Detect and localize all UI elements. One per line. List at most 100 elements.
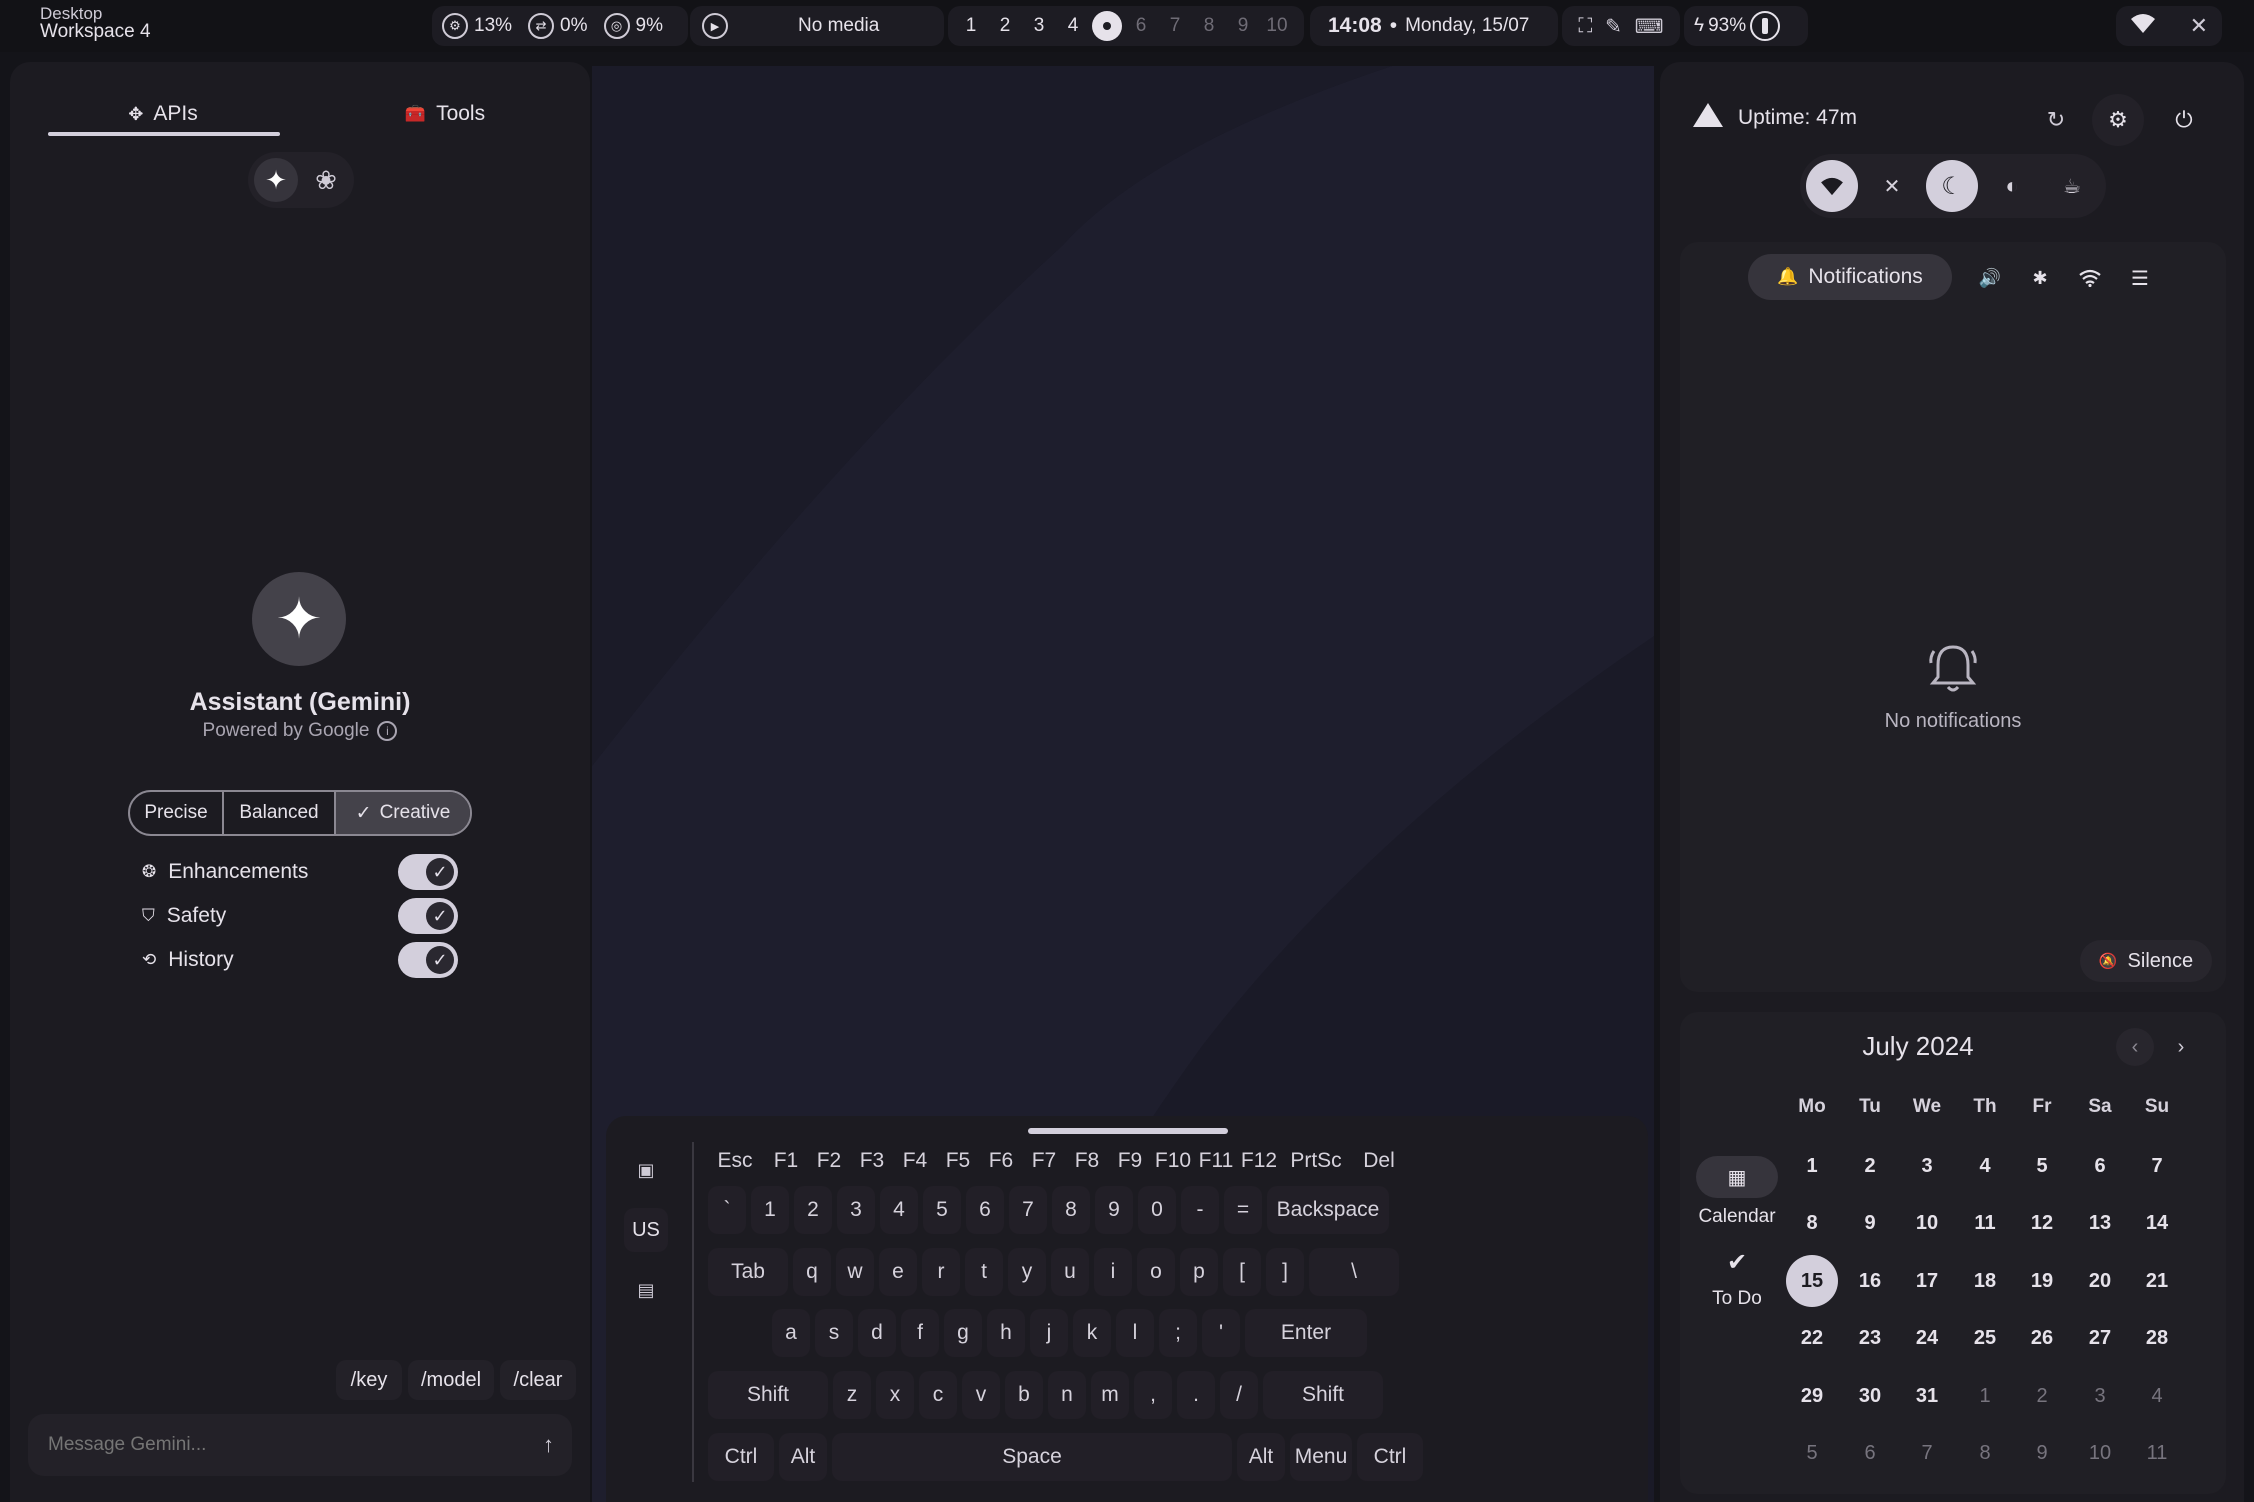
key[interactable]: 2 [794, 1186, 832, 1234]
key[interactable]: ] [1266, 1248, 1304, 1296]
key[interactable]: 9 [1095, 1186, 1133, 1234]
calendar-day[interactable]: 4 [2131, 1370, 2183, 1422]
calendar-day[interactable]: 9 [1844, 1198, 1896, 1250]
key[interactable]: PrtSc [1283, 1148, 1349, 1174]
calendar-day[interactable]: 19 [2016, 1255, 2068, 1307]
calendar-day[interactable]: 30 [1844, 1370, 1896, 1422]
key[interactable]: 3 [837, 1186, 875, 1234]
calendar-day[interactable]: 9 [2016, 1428, 2068, 1480]
key[interactable]: e [879, 1248, 917, 1296]
key[interactable]: F10 [1154, 1148, 1192, 1174]
send-arrow-icon[interactable]: ↑ [543, 1432, 554, 1458]
tab-apis[interactable]: ✥ APIs [48, 92, 278, 136]
calendar-day[interactable]: 5 [1786, 1428, 1838, 1480]
key[interactable]: q [793, 1248, 831, 1296]
key[interactable]: t [965, 1248, 1003, 1296]
key[interactable]: b [1005, 1371, 1043, 1419]
key[interactable]: 4 [880, 1186, 918, 1234]
key[interactable]: F9 [1111, 1148, 1149, 1174]
key[interactable]: [ [1223, 1248, 1261, 1296]
keyboard-icon[interactable]: ⌨ [1635, 14, 1664, 39]
key[interactable]: 6 [966, 1186, 1004, 1234]
key[interactable]: - [1181, 1186, 1219, 1234]
key[interactable]: Menu [1290, 1433, 1352, 1481]
key[interactable]: Backspace [1267, 1186, 1389, 1234]
key[interactable]: F1 [767, 1148, 805, 1174]
settings-gear-icon[interactable]: ⚙ [2092, 94, 2144, 146]
key[interactable]: F2 [810, 1148, 848, 1174]
key[interactable]: g [944, 1309, 982, 1357]
key[interactable]: Ctrl [1357, 1433, 1423, 1481]
workspace-5[interactable] [1092, 11, 1122, 41]
key[interactable]: Tab [708, 1248, 788, 1296]
workspace-10[interactable]: 10 [1260, 9, 1294, 43]
key[interactable]: Esc [708, 1148, 762, 1174]
idle-inhibitor-icon[interactable]: ☕ [2046, 160, 2098, 212]
mode-balanced[interactable]: Balanced [224, 792, 336, 834]
calendar-day[interactable]: 3 [1901, 1140, 1953, 1192]
enhancements-toggle[interactable]: ✓ [398, 854, 458, 890]
calendar-day[interactable]: 4 [1959, 1140, 2011, 1192]
calendar-day[interactable]: 10 [2074, 1428, 2126, 1480]
calendar-day[interactable]: 2 [1844, 1140, 1896, 1192]
key[interactable]: F12 [1240, 1148, 1278, 1174]
media-widget[interactable]: ▶ No media [690, 6, 944, 46]
calendar-day[interactable]: 1 [1786, 1140, 1838, 1192]
workspace-3[interactable]: 3 [1022, 9, 1056, 43]
volume-tab-icon[interactable]: 🔊 [1970, 258, 2010, 298]
key[interactable]: 8 [1052, 1186, 1090, 1234]
calendar-day[interactable]: 2 [2016, 1370, 2068, 1422]
calendar-day[interactable]: 8 [1959, 1428, 2011, 1480]
calendar-day[interactable]: 17 [1901, 1255, 1953, 1307]
openai-provider-button[interactable]: ❀ [304, 158, 348, 202]
command-key[interactable]: /key [336, 1360, 402, 1400]
calendar-day[interactable]: 10 [1901, 1198, 1953, 1250]
calendar-day[interactable]: 6 [2074, 1140, 2126, 1192]
wifi-toggle-icon[interactable] [1806, 160, 1858, 212]
key[interactable]: ; [1159, 1309, 1197, 1357]
calendar-day[interactable]: 31 [1901, 1370, 1953, 1422]
key[interactable]: i [1094, 1248, 1132, 1296]
calendar-day[interactable]: 3 [2074, 1370, 2126, 1422]
key[interactable]: , [1134, 1371, 1172, 1419]
key[interactable]: F11 [1197, 1148, 1235, 1174]
bluetooth-tab-icon[interactable]: ✱ [2020, 258, 2060, 298]
key[interactable]: h [987, 1309, 1025, 1357]
key[interactable]: F6 [982, 1148, 1020, 1174]
key[interactable]: o [1137, 1248, 1175, 1296]
message-input[interactable] [46, 1433, 543, 1457]
history-toggle[interactable]: ✓ [398, 942, 458, 978]
key[interactable]: Del [1354, 1148, 1404, 1174]
key[interactable]: x [876, 1371, 914, 1419]
key[interactable]: = [1224, 1186, 1262, 1234]
key[interactable]: a [772, 1309, 810, 1357]
key[interactable]: / [1220, 1371, 1258, 1419]
key[interactable]: c [919, 1371, 957, 1419]
screenshot-icon[interactable]: ⛶ [1578, 15, 1592, 38]
key[interactable]: Alt [1237, 1433, 1285, 1481]
key[interactable]: j [1030, 1309, 1068, 1357]
calendar-day[interactable]: 29 [1786, 1370, 1838, 1422]
workspace-2[interactable]: 2 [988, 9, 1022, 43]
workspace-7[interactable]: 7 [1158, 9, 1192, 43]
workspace-4[interactable]: 4 [1056, 9, 1090, 43]
key[interactable]: Ctrl [708, 1433, 774, 1481]
key[interactable]: F8 [1068, 1148, 1106, 1174]
night-light-icon[interactable]: ☾ [1926, 160, 1978, 212]
key[interactable]: 7 [1009, 1186, 1047, 1234]
key[interactable]: n [1048, 1371, 1086, 1419]
calendar-day[interactable]: 24 [1901, 1313, 1953, 1365]
wifi-tab-icon[interactable] [2070, 258, 2110, 298]
key[interactable]: \ [1309, 1248, 1399, 1296]
key[interactable]: 1 [751, 1186, 789, 1234]
key[interactable]: Shift [708, 1371, 828, 1419]
key[interactable]: l [1116, 1309, 1154, 1357]
calendar-day[interactable]: 25 [1959, 1313, 2011, 1365]
calendar-day[interactable]: 13 [2074, 1198, 2126, 1250]
command-clear[interactable]: /clear [500, 1360, 576, 1400]
key[interactable]: Enter [1245, 1309, 1367, 1357]
key[interactable]: y [1008, 1248, 1046, 1296]
calendar-day[interactable]: 6 [1844, 1428, 1896, 1480]
tab-tools[interactable]: 🧰 Tools [300, 92, 590, 136]
key[interactable]: F4 [896, 1148, 934, 1174]
